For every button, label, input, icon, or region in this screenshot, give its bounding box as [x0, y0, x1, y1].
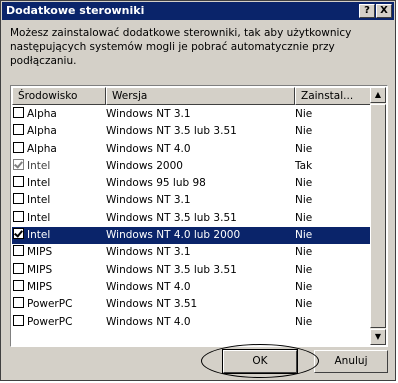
version-cell: Windows NT 4.0 — [106, 142, 191, 155]
driver-checkbox[interactable] — [13, 314, 24, 326]
installed-cell: Tak — [295, 159, 313, 172]
driver-checkbox[interactable] — [13, 279, 24, 291]
environment-cell: MIPS — [13, 262, 101, 279]
environment-cell: Intel — [13, 210, 101, 227]
version-cell: Windows NT 4.0 — [106, 280, 191, 293]
environment-label: Alpha — [27, 125, 57, 138]
environment-label: Intel — [27, 159, 51, 172]
scroll-up-arrow-icon[interactable]: ▲ — [370, 87, 386, 103]
version-cell: Windows NT 3.5 lub 3.51 — [106, 211, 237, 224]
environment-cell: Alpha — [13, 141, 101, 158]
table-row[interactable]: Alpha Windows NT 3.5 lub 3.51 Nie — [12, 123, 372, 140]
environment-cell: Alpha — [13, 123, 101, 140]
table-row[interactable]: Alpha Windows NT 3.1 Nie — [12, 106, 372, 123]
version-cell: Windows NT 3.1 — [106, 246, 191, 259]
environment-label: MIPS — [27, 263, 53, 276]
table-row[interactable]: Intel Windows 2000 Tak — [12, 158, 372, 175]
driver-checkbox[interactable] — [13, 297, 24, 309]
environment-label: Alpha — [27, 108, 57, 120]
version-cell: Windows NT 3.1 — [106, 108, 191, 120]
installed-cell: Nie — [295, 108, 313, 120]
version-cell: Windows NT 3.5 lub 3.51 — [106, 263, 237, 276]
environment-cell: Intel — [13, 227, 101, 244]
table-row[interactable]: PowerPC Windows NT 4.0 Nie — [12, 314, 372, 331]
environment-label: Intel — [27, 177, 51, 190]
installed-cell: Nie — [295, 246, 313, 259]
dialog-description: Możesz zainstalować dodatkowe sterowniki… — [10, 27, 352, 67]
installed-cell: Nie — [295, 211, 313, 224]
version-cell: Windows NT 4.0 lub 2000 — [106, 229, 241, 242]
version-cell: Windows 2000 — [106, 159, 183, 172]
version-cell: Windows NT 4.0 — [106, 315, 191, 328]
vertical-scrollbar[interactable]: ▲ ▼ — [370, 87, 386, 345]
table-row[interactable]: MIPS Windows NT 4.0 Nie — [12, 279, 372, 296]
driver-checkbox[interactable] — [13, 210, 24, 222]
installed-cell: Nie — [295, 229, 313, 242]
cancel-button[interactable]: Anuluj — [314, 350, 388, 373]
table-row[interactable]: Intel Windows NT 3.1 Nie — [12, 192, 372, 209]
environment-cell: MIPS — [13, 244, 101, 261]
version-cell: Windows NT 3.51 — [106, 298, 198, 311]
installed-cell: Nie — [295, 142, 313, 155]
dialog-title: Dodatkowe sterowniki — [6, 4, 145, 17]
environment-label: Intel — [27, 229, 51, 242]
column-header-version[interactable]: Wersja — [106, 87, 295, 105]
environment-label: PowerPC — [27, 298, 73, 311]
help-button[interactable]: ? — [359, 4, 375, 18]
scroll-down-arrow-icon[interactable]: ▼ — [370, 329, 386, 345]
driver-checkbox[interactable] — [13, 107, 24, 118]
driver-checkbox[interactable] — [13, 176, 24, 188]
drivers-list[interactable]: Środowisko Wersja Zainstal... Alpha Windo… — [10, 85, 388, 347]
list-rows: Alpha Windows NT 3.1 Nie Alpha Windows NT 3.… — [12, 106, 372, 331]
driver-checkbox[interactable] — [13, 262, 24, 274]
installed-cell: Nie — [295, 125, 313, 138]
environment-label: MIPS — [27, 280, 53, 293]
environment-label: Intel — [27, 194, 51, 207]
table-row[interactable]: Intel Windows NT 3.5 lub 3.51 Nie — [12, 210, 372, 227]
driver-checkbox[interactable] — [13, 124, 24, 136]
table-row[interactable]: MIPS Windows NT 3.1 Nie — [12, 244, 372, 261]
driver-checkbox[interactable] — [13, 193, 24, 205]
environment-cell: PowerPC — [13, 296, 101, 313]
close-button[interactable]: X — [376, 4, 392, 18]
driver-checkbox[interactable] — [13, 141, 24, 153]
table-row[interactable]: Intel Windows NT 4.0 lub 2000 Nie — [12, 227, 372, 245]
dialog-window: Dodatkowe sterowniki ? X Możesz zainstal… — [0, 0, 396, 381]
table-row[interactable]: Intel Windows 95 lub 98 Nie — [12, 175, 372, 192]
environment-cell: Intel — [13, 158, 101, 175]
driver-checkbox[interactable] — [13, 245, 24, 257]
environment-cell: Intel — [13, 192, 101, 209]
environment-cell: Alpha — [13, 106, 101, 123]
column-header-installed[interactable]: Zainstal... — [295, 87, 371, 105]
environment-label: PowerPC — [27, 315, 73, 328]
table-row[interactable]: PowerPC Windows NT 3.51 Nie — [12, 296, 372, 313]
driver-checkbox[interactable] — [13, 228, 24, 240]
installed-cell: Nie — [295, 177, 313, 190]
installed-cell: Nie — [295, 298, 313, 311]
installed-cell: Nie — [295, 315, 313, 328]
version-cell: Windows 95 lub 98 — [106, 177, 206, 190]
table-row[interactable]: MIPS Windows NT 3.5 lub 3.51 Nie — [12, 262, 372, 279]
version-cell: Windows NT 3.1 — [106, 194, 191, 207]
installed-cell: Nie — [295, 280, 313, 293]
environment-cell: PowerPC — [13, 314, 101, 331]
installed-cell: Nie — [295, 194, 313, 207]
driver-checkbox — [13, 158, 24, 170]
scrollbar-thumb[interactable] — [370, 104, 386, 328]
column-header-environment[interactable]: Środowisko — [12, 87, 106, 105]
version-cell: Windows NT 3.5 lub 3.51 — [106, 125, 237, 138]
table-row[interactable]: Alpha Windows NT 4.0 Nie — [12, 141, 372, 158]
environment-cell: Intel — [13, 175, 101, 192]
environment-label: Alpha — [27, 142, 57, 155]
environment-cell: MIPS — [13, 279, 101, 296]
highlight-ellipse — [201, 344, 319, 378]
installed-cell: Nie — [295, 263, 313, 276]
environment-label: Intel — [27, 211, 51, 224]
environment-label: MIPS — [27, 246, 53, 259]
title-bar[interactable]: Dodatkowe sterowniki ? X — [2, 2, 394, 20]
